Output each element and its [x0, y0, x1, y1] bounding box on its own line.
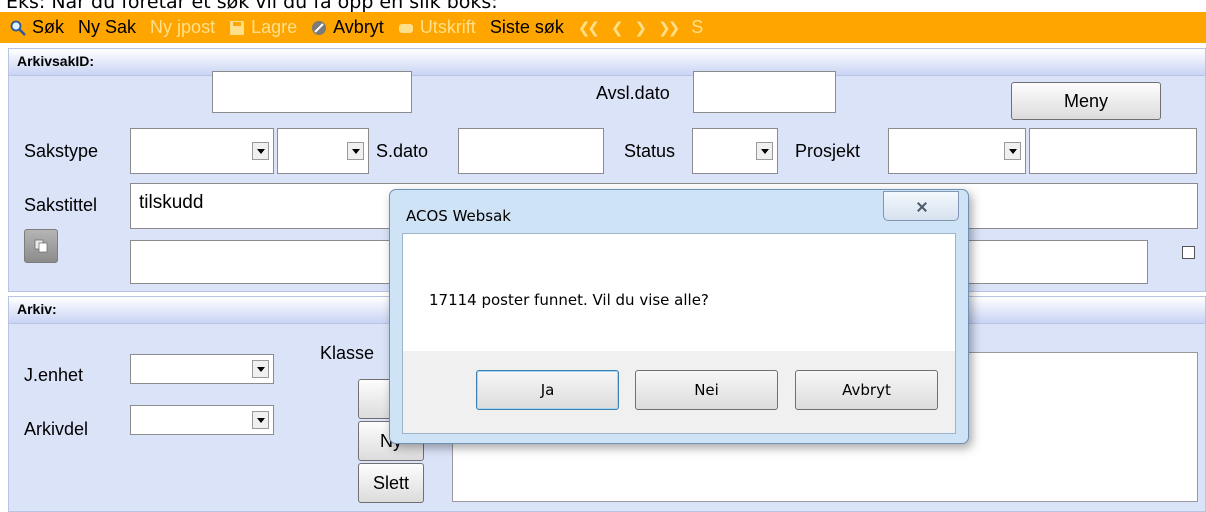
close-date-label: Avsl.dato [596, 83, 670, 103]
new-case-button-label: Ny Sak [78, 17, 137, 37]
new-journal-post-button[interactable]: Ny jpost [150, 17, 215, 38]
cancel-button-label: Avbryt [333, 17, 384, 37]
case-title-label: Sakstittel [24, 195, 98, 215]
case-type-label: Sakstype [24, 141, 99, 161]
archive-part-label: Arkivdel [24, 419, 89, 439]
cancel-icon [312, 20, 327, 35]
dialog-body: 17114 poster funnet. Vil du vise alle? J… [402, 233, 956, 434]
chevron-down-icon[interactable] [1004, 142, 1021, 160]
case-panel-title: ArkivsakID: [17, 53, 95, 69]
toolbar-s-button-label: S [691, 17, 704, 37]
case-checkbox[interactable] [1182, 246, 1195, 259]
menu-button[interactable]: Meny [1011, 82, 1161, 120]
class-delete-button-label: Slett [372, 472, 410, 493]
project-label: Prosjekt [795, 141, 861, 161]
first-record-icon[interactable]: ❮❮ [578, 19, 600, 37]
project-select[interactable] [888, 128, 1026, 174]
dialog-cancel-button[interactable]: Avbryt [795, 370, 938, 410]
close-icon[interactable] [883, 191, 959, 221]
archive-panel-title: Arkiv: [17, 301, 57, 317]
case-id-input[interactable] [212, 71, 412, 113]
yes-button[interactable]: Ja [476, 370, 619, 410]
class-label: Klasse [320, 343, 375, 363]
save-button-label: Lagre [251, 17, 298, 37]
no-button[interactable]: Nei [635, 370, 778, 410]
case-type-select[interactable] [130, 128, 274, 174]
search-button-label: Søk [32, 17, 65, 37]
case-panel-header: ArkivsakID: [9, 49, 1205, 76]
start-date-input[interactable] [458, 128, 604, 174]
dialog-message-area: 17114 poster funnet. Vil du vise alle? [403, 234, 955, 351]
journal-unit-select[interactable] [130, 354, 274, 384]
project-name-input[interactable] [1029, 128, 1197, 174]
chevron-down-icon[interactable] [756, 142, 773, 160]
last-record-icon[interactable]: ❯❯ [658, 19, 680, 37]
class-delete-button[interactable]: Slett [358, 463, 424, 503]
floppy-disk-icon [230, 20, 245, 35]
new-case-button[interactable]: Ny Sak [78, 17, 136, 38]
status-select[interactable] [692, 128, 778, 174]
new-journal-post-button-label: Ny jpost [150, 17, 216, 37]
cancel-button[interactable]: Avbryt [311, 17, 384, 38]
chevron-down-icon[interactable] [252, 360, 269, 378]
print-button[interactable]: Utskrift [398, 17, 476, 38]
previous-record-icon[interactable]: ❮ [611, 19, 623, 37]
dialog-cancel-button-label: Avbryt [842, 381, 891, 399]
start-date-label: S.dato [376, 141, 429, 161]
next-record-icon[interactable]: ❯ [635, 19, 647, 37]
print-button-label: Utskrift [419, 17, 476, 37]
close-date-input[interactable] [693, 71, 836, 113]
chevron-down-icon[interactable] [347, 142, 364, 160]
menu-button-label: Meny [1063, 90, 1108, 111]
journal-unit-label: J.enhet [24, 365, 84, 385]
chevron-down-icon[interactable] [252, 142, 269, 160]
dialog-title: ACOS Websak [406, 207, 511, 225]
dialog-message: 17114 poster funnet. Vil du vise alle? [429, 291, 709, 309]
toolbar-s-button[interactable]: S [691, 17, 703, 38]
yes-button-label: Ja [540, 381, 555, 399]
search-button[interactable]: Søk [10, 17, 64, 38]
last-search-button[interactable]: Siste søk [490, 17, 564, 38]
chevron-down-icon[interactable] [252, 411, 269, 429]
case-subtype-select[interactable] [277, 128, 369, 174]
printer-icon [398, 23, 413, 33]
save-button[interactable]: Lagre [229, 17, 297, 38]
last-search-button-label: Siste søk [489, 17, 564, 37]
status-label: Status [624, 141, 676, 161]
copy-icon [34, 239, 48, 253]
archive-part-select[interactable] [130, 405, 274, 435]
copy-button[interactable] [24, 229, 58, 263]
no-button-label: Nei [694, 381, 719, 399]
confirm-dialog: ACOS Websak 17114 poster funnet. Vil du … [389, 189, 969, 444]
toolbar: Søk Ny Sak Ny jpost Lagre Avbryt Utskrif… [0, 12, 1206, 43]
search-icon [10, 20, 26, 36]
